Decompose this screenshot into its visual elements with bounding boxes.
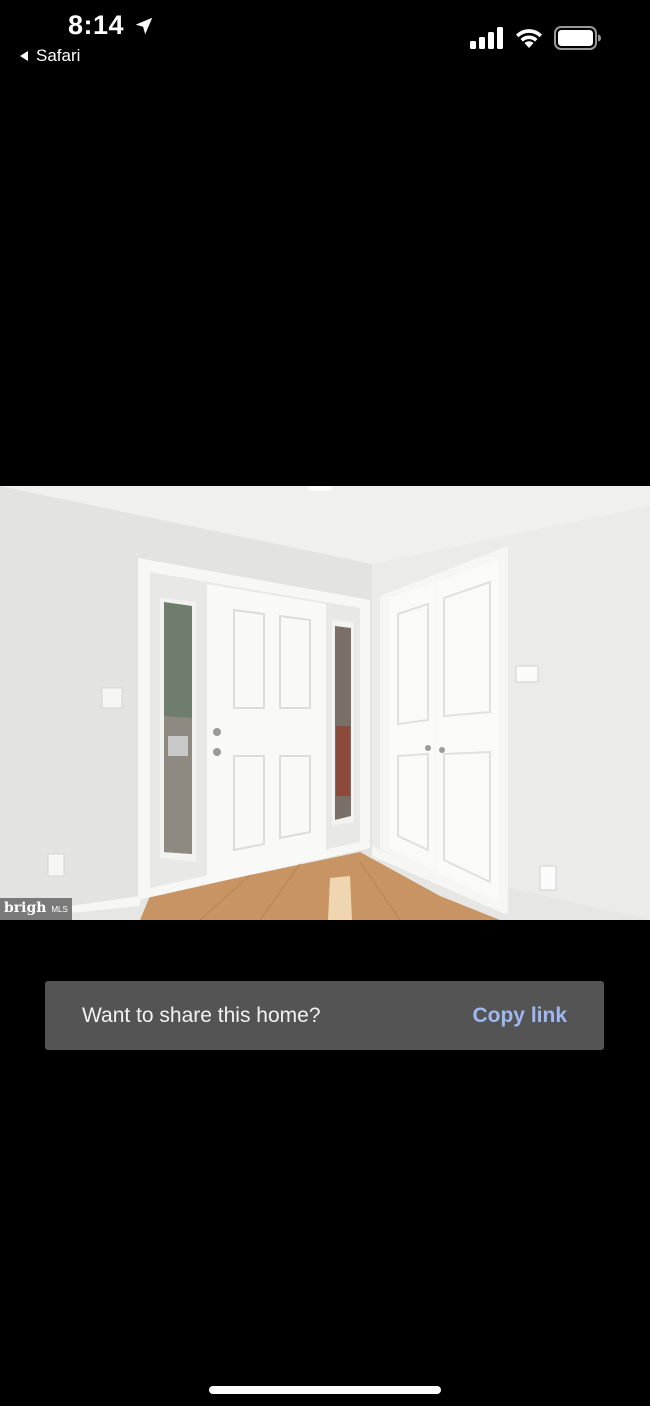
location-arrow-icon [135,17,153,34]
back-to-app-button[interactable]: Safari [18,46,80,66]
mls-watermark: brigh MLS [0,898,72,920]
foyer-photo-illustration [0,486,650,920]
wifi-icon [516,29,542,48]
watermark-main-text: brigh [4,900,47,916]
back-app-label: Safari [36,46,81,65]
battery-icon [554,26,601,50]
status-bar-time: 8:14 [68,10,155,41]
share-message: Want to share this home? [82,1003,321,1027]
back-triangle-icon [20,51,28,61]
home-indicator[interactable] [209,1386,441,1394]
listing-photo[interactable]: brigh MLS [0,486,650,920]
time-label: 8:14 [68,10,125,40]
share-banner: Want to share this home? Copy link [45,981,604,1050]
copy-link-button[interactable]: Copy link [472,1004,567,1028]
watermark-small-text: MLS [51,905,68,914]
cellular-signal-icon [470,27,503,49]
status-indicators [470,26,602,50]
